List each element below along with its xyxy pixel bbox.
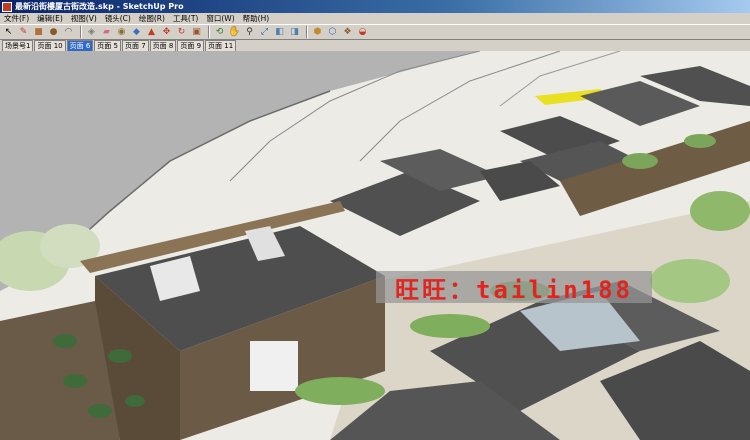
next-view-tool-button[interactable]: ◨ (288, 26, 301, 39)
scene-tab[interactable]: 场景号1 (2, 40, 34, 51)
planting-2 (295, 377, 385, 405)
umbrella-1 (53, 334, 77, 348)
make-component-tool-button[interactable]: ◈ (85, 26, 98, 39)
next-view-icon: ◨ (290, 26, 299, 37)
select-arrow-tool-button[interactable]: ↖ (2, 26, 15, 39)
menu-edit[interactable]: 编辑(E) (33, 13, 67, 24)
menu-camera[interactable]: 镜头(C) (101, 13, 135, 24)
tree-row-1 (622, 153, 658, 169)
scene-tabs: 场景号1 页面 10 页面 6 页面 5 页面 7 页面 8 页面 9 页面 11 (0, 40, 750, 51)
paint-bucket-icon: ◆ (133, 26, 140, 37)
tree-right (690, 191, 750, 231)
scene-tab[interactable]: 页面 10 (34, 40, 66, 51)
main-toolbar: ↖ ✎ ■ ● ◠ ◈ ▰ ◉ ◆ ▲ ✥ ↻ ▣ ⟲ ✋ ⚲ ⤢ ◧ ◨ ⬢ ⬡ ❖ ◒ (0, 24, 750, 40)
get-models-icon: ⬢ (313, 26, 322, 37)
toolbar-separator (306, 26, 308, 38)
circle-icon: ● (49, 26, 58, 37)
scene-tab[interactable]: 页面 6 (66, 40, 94, 51)
umbrella-2 (108, 349, 132, 363)
pan-tool-button[interactable]: ✋ (228, 26, 241, 39)
orbit-icon: ⟲ (215, 26, 224, 37)
scene-tab[interactable]: 页面 9 (177, 40, 205, 51)
pencil-icon: ✎ (19, 26, 28, 37)
title-bar[interactable]: 最新沿街樓厦古街改造.skp - SketchUp Pro (0, 0, 750, 13)
menu-help[interactable]: 帮助(H) (239, 13, 274, 24)
move-icon: ✥ (162, 26, 171, 37)
pencil-tool-button[interactable]: ✎ (17, 26, 30, 39)
rectangle-icon: ■ (34, 26, 43, 37)
scene-tab[interactable]: 页面 11 (205, 40, 237, 51)
tree-right-2 (650, 259, 730, 303)
rotate-icon: ↻ (177, 26, 186, 37)
planting-1 (410, 314, 490, 338)
menu-window[interactable]: 窗口(W) (202, 13, 238, 24)
umbrella-5 (125, 395, 145, 407)
push-pull-icon: ▲ (148, 26, 155, 37)
model-scene (0, 51, 750, 440)
zoom-extents-tool-button[interactable]: ⤢ (258, 26, 271, 39)
share-model-tool-button[interactable]: ⬡ (326, 26, 339, 39)
menu-view[interactable]: 视图(V) (67, 13, 101, 24)
window-title: 最新沿街樓厦古街改造.skp - SketchUp Pro (15, 2, 184, 11)
rectangle-tool-button[interactable]: ■ (32, 26, 45, 39)
components-tool-button[interactable]: ❖ (341, 26, 354, 39)
umbrella-4 (88, 404, 112, 418)
eraser-tool-button[interactable]: ▰ (100, 26, 113, 39)
umbrella-3 (63, 374, 87, 388)
previous-view-icon: ◧ (275, 26, 284, 37)
share-model-icon: ⬡ (328, 26, 337, 37)
zoom-extents-icon: ⤢ (260, 26, 269, 37)
offset-icon: ▣ (192, 26, 201, 37)
model-viewport[interactable]: 旺旺：tailin188 (0, 51, 750, 440)
toolbar-separator (80, 26, 82, 38)
move-tool-button[interactable]: ✥ (160, 26, 173, 39)
pan-icon: ✋ (228, 26, 241, 37)
scene-tab[interactable]: 页面 7 (121, 40, 149, 51)
get-models-tool-button[interactable]: ⬢ (311, 26, 324, 39)
orbit-tool-button[interactable]: ⟲ (213, 26, 226, 39)
tree-row-2 (684, 134, 716, 148)
paint-bucket-tool-button[interactable]: ◆ (130, 26, 143, 39)
menu-file[interactable]: 文件(F) (0, 13, 33, 24)
zoom-icon: ⚲ (246, 26, 253, 37)
menu-draw[interactable]: 绘图(R) (135, 13, 169, 24)
facade-window (250, 341, 298, 391)
scene-tab[interactable]: 页面 8 (149, 40, 177, 51)
tape-measure-icon: ◉ (117, 26, 126, 37)
arc-tool-button[interactable]: ◠ (62, 26, 75, 39)
zoom-tool-button[interactable]: ⚲ (243, 26, 256, 39)
make-component-icon: ◈ (88, 26, 95, 37)
scene-tab[interactable]: 页面 5 (94, 40, 121, 51)
sketchup-window: 最新沿街樓厦古街改造.skp - SketchUp Pro 文件(F) 编辑(E… (0, 0, 750, 440)
sketchup-app-icon (2, 1, 12, 12)
select-arrow-icon: ↖ (4, 26, 13, 37)
rotate-tool-button[interactable]: ↻ (175, 26, 188, 39)
extension-warehouse-icon: ◒ (358, 26, 367, 37)
toolbar-separator (208, 26, 210, 38)
offset-tool-button[interactable]: ▣ (190, 26, 203, 39)
components-icon: ❖ (343, 26, 352, 37)
push-pull-tool-button[interactable]: ▲ (145, 26, 158, 39)
menu-tools[interactable]: 工具(T) (169, 13, 202, 24)
eraser-icon: ▰ (103, 26, 110, 37)
arc-icon: ◠ (64, 26, 73, 37)
extension-warehouse-tool-button[interactable]: ◒ (356, 26, 369, 39)
previous-view-tool-button[interactable]: ◧ (273, 26, 286, 39)
watermark-text: 旺旺：tailin188 (376, 271, 652, 304)
circle-tool-button[interactable]: ● (47, 26, 60, 39)
tape-measure-tool-button[interactable]: ◉ (115, 26, 128, 39)
menu-bar: 文件(F) 编辑(E) 视图(V) 镜头(C) 绘图(R) 工具(T) 窗口(W… (0, 13, 750, 24)
